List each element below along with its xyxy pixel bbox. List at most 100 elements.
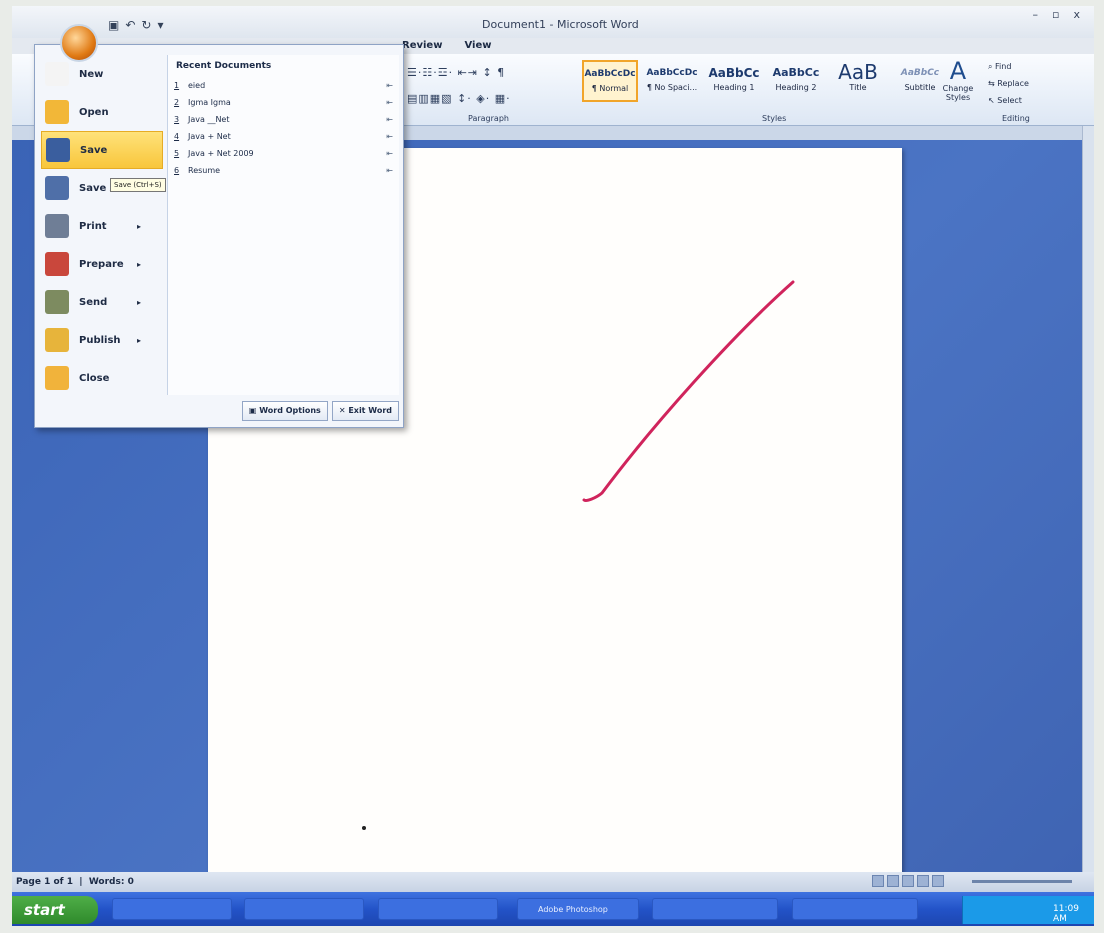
- send-icon: [45, 290, 69, 314]
- pin-icon[interactable]: ⇤: [386, 98, 393, 107]
- view-web-layout[interactable]: [902, 875, 914, 887]
- view-print-layout[interactable]: [872, 875, 884, 887]
- system-tray: 11:09 AM: [962, 896, 1094, 924]
- redo-icon[interactable]: ↻: [141, 18, 151, 32]
- view-buttons: [872, 875, 944, 887]
- menu-label: Prepare: [79, 258, 124, 270]
- change-styles-label: Change Styles: [942, 84, 974, 102]
- window-controls: – ▫ x: [1033, 8, 1080, 21]
- maximize-button[interactable]: ▫: [1052, 8, 1059, 21]
- status-bar: Page 1 of 1 | Words: 0: [12, 872, 1094, 892]
- editing-group-label: Editing: [1002, 114, 1030, 123]
- clock[interactable]: 11:09 AM: [1053, 904, 1079, 924]
- exit-word-button[interactable]: ✕ Exit Word: [331, 401, 399, 421]
- pin-icon[interactable]: ⇤: [386, 166, 393, 175]
- tab-review[interactable]: Review: [402, 40, 442, 51]
- menu-save[interactable]: Save: [41, 131, 163, 169]
- undo-icon[interactable]: ↶: [125, 18, 135, 32]
- tab-view[interactable]: View: [464, 40, 491, 51]
- view-outline[interactable]: [917, 875, 929, 887]
- menu-send[interactable]: Send ▸: [41, 283, 163, 321]
- style-sample: AaBbCc: [772, 66, 820, 79]
- paragraph-row-1[interactable]: ☰·☷·☲· ⇤⇥ ↕ ¶: [407, 60, 511, 86]
- submenu-arrow-icon: ▸: [137, 221, 142, 231]
- pin-icon[interactable]: ⇤: [386, 115, 393, 124]
- customize-qat-icon[interactable]: ▾: [157, 18, 163, 32]
- style-title[interactable]: AaB Title: [830, 60, 886, 102]
- vertical-scrollbar[interactable]: [1082, 126, 1094, 872]
- menu-label: Publish: [79, 334, 121, 346]
- paragraph-row-2[interactable]: ▤▥▦▧ ↕· ◈· ▦·: [407, 86, 511, 112]
- menu-new[interactable]: New: [41, 55, 163, 93]
- change-styles-button[interactable]: A Change Styles: [938, 58, 978, 102]
- menu-label: Send: [79, 296, 108, 308]
- pin-icon[interactable]: ⇤: [386, 81, 393, 90]
- recent-number: 4: [174, 132, 180, 141]
- zoom-slider[interactable]: [972, 880, 1072, 883]
- view-full-screen[interactable]: [887, 875, 899, 887]
- save-icon[interactable]: ▣: [108, 18, 119, 32]
- recent-document[interactable]: 4 Java + Net ⇤: [168, 128, 399, 145]
- recent-number: 5: [174, 149, 180, 158]
- select-button[interactable]: ↖ Select: [988, 92, 1029, 109]
- desktop-screen: ▣ ↶ ↻ ▾ Document1 - Microsoft Word – ▫ x…: [12, 6, 1094, 926]
- word-options-button[interactable]: ▣ Word Options: [241, 401, 328, 421]
- taskbar-item[interactable]: [112, 898, 232, 920]
- recent-document[interactable]: 6 Resume ⇤: [168, 162, 399, 179]
- taskbar: start Adobe Photoshop 11:09 AM: [12, 892, 1094, 926]
- minimize-button[interactable]: –: [1033, 8, 1039, 21]
- menu-label: Open: [79, 106, 109, 118]
- ribbon-tabs: Review View: [402, 40, 491, 51]
- save-tooltip: Save (Ctrl+S): [110, 178, 166, 192]
- page-count[interactable]: Page 1 of 1: [16, 877, 73, 887]
- office-menu-footer: ▣ Word Options ✕ Exit Word: [241, 401, 399, 421]
- style-heading-2[interactable]: AaBbCc Heading 2: [768, 60, 824, 102]
- menu-open[interactable]: Open: [41, 93, 163, 131]
- menu-label: Print: [79, 220, 107, 232]
- style-heading-1[interactable]: AaBbCc Heading 1: [706, 60, 762, 102]
- recent-documents-panel: Recent Documents 1 eied ⇤ 2 Igma Igma ⇤ …: [167, 55, 399, 395]
- recent-document[interactable]: 2 Igma Igma ⇤: [168, 94, 399, 111]
- taskbar-item[interactable]: [652, 898, 778, 920]
- style-normal[interactable]: AaBbCcDc ¶ Normal: [582, 60, 638, 102]
- style-sample: AaBbCcDc: [646, 68, 698, 78]
- style-no-spacing[interactable]: AaBbCcDc ¶ No Spaci...: [644, 60, 700, 102]
- recent-name: Igma Igma: [188, 98, 231, 107]
- word-count[interactable]: Words: 0: [89, 877, 134, 887]
- taskbar-item-photoshop[interactable]: Adobe Photoshop: [517, 898, 639, 920]
- status-left: Page 1 of 1 | Words: 0: [16, 877, 134, 887]
- menu-publish[interactable]: Publish ▸: [41, 321, 163, 359]
- pin-icon[interactable]: ⇤: [386, 132, 393, 141]
- styles-gallery: AaBbCcDc ¶ Normal AaBbCcDc ¶ No Spaci...…: [582, 60, 948, 102]
- recent-number: 1: [174, 81, 180, 90]
- taskbar-item[interactable]: [244, 898, 364, 920]
- replace-button[interactable]: ⇆ Replace: [988, 75, 1029, 92]
- recent-document[interactable]: 1 eied ⇤: [168, 77, 399, 94]
- close-button[interactable]: x: [1073, 8, 1080, 21]
- menu-prepare[interactable]: Prepare ▸: [41, 245, 163, 283]
- menu-close[interactable]: Close: [41, 359, 163, 397]
- submenu-arrow-icon: ▸: [137, 259, 142, 269]
- office-button[interactable]: [60, 24, 98, 62]
- recent-document[interactable]: 3 Java __Net ⇤: [168, 111, 399, 128]
- select-label: Select: [997, 96, 1022, 105]
- styles-group-label: Styles: [762, 114, 787, 123]
- start-button[interactable]: start: [12, 896, 98, 924]
- submenu-arrow-icon: ▸: [137, 297, 142, 307]
- title-bar: ▣ ↶ ↻ ▾ Document1 - Microsoft Word – ▫ x: [12, 6, 1094, 38]
- taskbar-item[interactable]: [792, 898, 918, 920]
- recent-name: eied: [188, 81, 206, 90]
- view-draft[interactable]: [932, 875, 944, 887]
- taskbar-item[interactable]: [378, 898, 498, 920]
- menu-label: Close: [79, 372, 110, 384]
- recent-document[interactable]: 5 Java + Net 2009 ⇤: [168, 145, 399, 162]
- paragraph-group-label: Paragraph: [468, 114, 509, 123]
- word-options-label: Word Options: [259, 406, 321, 415]
- menu-print[interactable]: Print ▸: [41, 207, 163, 245]
- find-label: Find: [995, 62, 1012, 71]
- find-button[interactable]: ⌕ Find: [988, 58, 1029, 75]
- pin-icon[interactable]: ⇤: [386, 149, 393, 158]
- prepare-icon: [45, 252, 69, 276]
- recent-documents-title: Recent Documents: [176, 61, 272, 71]
- recent-name: Java + Net 2009: [188, 149, 254, 158]
